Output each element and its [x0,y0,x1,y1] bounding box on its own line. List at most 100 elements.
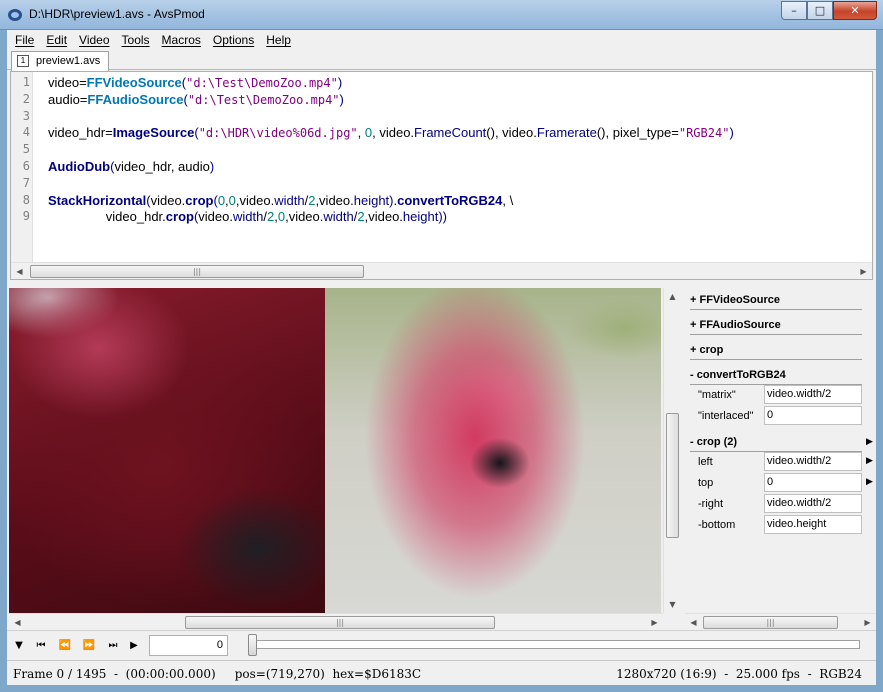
scroll-right-icon[interactable]: ▶ [646,614,663,631]
script-tab-strip: 1 preview1.avs [7,50,876,71]
menu-video[interactable]: Video [73,33,115,47]
video-right-half [325,288,661,613]
video-vertical-scrollbar[interactable]: ▲ ▼ [663,288,679,613]
scroll-down-icon[interactable]: ▼ [664,596,681,613]
line-number: 2 [22,91,30,106]
arg-label-left: left [698,456,713,468]
video-hscroll-thumb[interactable]: ||| [185,616,495,629]
group-crop-2[interactable]: - crop (2) [690,434,862,452]
maximize-button[interactable]: □ [807,1,833,20]
code-token: crop [165,209,194,225]
status-frame-info: Frame 0 / 1495 - (00:00:00.000) pos=(719… [13,667,422,681]
code-token: FrameCount [414,125,487,141]
arg-label-interlaced: "interlaced" [698,410,754,422]
expand-arrow-icon[interactable]: ▶ [866,437,873,447]
script-editor[interactable]: 1 2 3 4 5 6 7 8 9 video=FFVideoSource("d:\Test\D… [10,71,873,280]
code-token: audio= [48,91,88,107]
group-crop[interactable]: + crop [690,342,862,360]
playback-toolbar: ▼ ⏮ ⏪ ⏩ ⏭ ▶ 0 [7,630,876,660]
arg-input-left[interactable]: video.width/2 [764,452,862,471]
code-token: height [353,192,390,208]
line-number: 5 [22,142,30,157]
frame-number-input[interactable]: 0 [149,635,228,656]
play-dropdown-icon[interactable]: ▼ [11,638,27,654]
code-line[interactable]: audio=FFAudioSource("d:\Test\DemoZoo.mp4… [48,92,344,107]
title-bar: D:\HDR\preview1.avs - AvsPmod – □ ✕ [0,0,883,30]
app-client-area: File Edit Video Tools Macros Options Hel… [7,30,876,685]
code-token: ImageSource [112,125,195,141]
arg-input-interlaced[interactable]: 0 [764,406,862,425]
code-line[interactable]: AudioDub(video_hdr, audio) [48,159,214,174]
code-token: ) [337,75,343,90]
code-token: video_hdr. [48,209,166,225]
video-left-half [9,288,325,613]
group-ffvideosource[interactable]: + FFVideoSource [690,292,862,310]
frame-slider-thumb[interactable] [248,634,257,656]
code-token: ) [339,91,344,107]
first-frame-icon[interactable]: ⏮ [33,638,49,654]
close-button[interactable]: ✕ [833,1,877,20]
code-token: FFAudioSource [87,91,184,107]
scroll-left-icon[interactable]: ◀ [685,614,702,631]
code-line[interactable]: video_hdr=ImageSource("d:\HDR\video%06d.… [48,125,734,140]
menu-edit[interactable]: Edit [40,33,73,47]
group-ffaudiosource[interactable]: + FFAudioSource [690,317,862,335]
panel-hscroll-thumb[interactable]: ||| [703,616,838,629]
arg-input-matrix[interactable]: video.width/2 [764,385,862,404]
editor-horizontal-scrollbar[interactable]: ◀ ||| ▶ [11,262,872,279]
last-frame-icon[interactable]: ⏭ [105,638,121,654]
prev-frame-icon[interactable]: ⏪ [57,638,73,654]
menu-tools[interactable]: Tools [116,33,156,47]
filter-arguments-panel: + FFVideoSource + FFAudioSource + crop -… [685,288,876,630]
editor-video-splitter[interactable] [7,280,876,288]
code-token: width [233,209,264,225]
line-number: 8 [22,192,30,207]
group-converttorgb24[interactable]: - convertToRGB24 [690,367,862,385]
arg-arrow-icon[interactable]: ▶ [866,456,873,466]
menu-options[interactable]: Options [207,33,260,47]
code-line[interactable]: video=FFVideoSource("d:\Test\DemoZoo.mp4… [48,75,342,90]
scroll-right-icon[interactable]: ▶ [859,614,876,631]
arg-input-top[interactable]: 0 [764,473,862,492]
window-title: D:\HDR\preview1.avs - AvsPmod [29,7,205,21]
tab-preview1[interactable]: 1 preview1.avs [11,51,110,71]
code-line[interactable]: video_hdr.crop(video.width/2,0,video.wid… [48,209,447,224]
avspmod-app-icon [8,9,22,21]
video-horizontal-scrollbar[interactable]: ◀ ||| ▶ [9,613,663,630]
code-token: StackHorizontal [48,192,147,208]
arg-label-top: top [698,477,714,489]
code-token: "d:\Test\DemoZoo.mp4" [187,92,340,107]
video-vscroll-thumb[interactable] [666,413,679,538]
next-frame-icon[interactable]: ⏩ [81,638,97,654]
code-token: ) [729,125,734,141]
scroll-right-icon[interactable]: ▶ [855,263,872,279]
arg-input-bottom[interactable]: video.height [764,515,862,534]
code-token: 0 [217,192,226,208]
video-frame[interactable] [9,288,661,613]
code-token: video. [198,209,233,225]
arg-input-right[interactable]: video.width/2 [764,494,862,513]
code-token: width [323,209,354,225]
menu-help[interactable]: Help [260,33,297,47]
editor-scroll-thumb[interactable]: ||| [30,265,364,278]
code-token: video_hdr, audio [114,159,210,174]
arg-arrow-icon[interactable]: ▶ [866,477,873,487]
window-controls: – □ ✕ [781,1,877,20]
code-token: , [357,125,365,141]
menu-file[interactable]: File [9,33,40,47]
panel-horizontal-scrollbar[interactable]: ◀ ||| ▶ [685,613,876,630]
menu-macros[interactable]: Macros [156,33,207,47]
scroll-left-icon[interactable]: ◀ [11,263,28,279]
code-line[interactable]: StackHorizontal(video.crop(0,0,video.wid… [48,193,513,208]
code-token: 0 [277,209,286,225]
code-token: video. [150,192,186,208]
scroll-left-icon[interactable]: ◀ [9,614,26,631]
play-icon[interactable]: ▶ [126,638,142,654]
code-token: Framerate [536,125,597,141]
status-bar: Frame 0 / 1495 - (00:00:00.000) pos=(719… [7,660,876,685]
code-token: 0 [228,192,236,208]
scroll-up-icon[interactable]: ▲ [664,288,681,305]
frame-slider-track[interactable] [248,640,860,649]
minimize-button[interactable]: – [781,1,807,20]
code-token: ,video. [285,209,324,225]
